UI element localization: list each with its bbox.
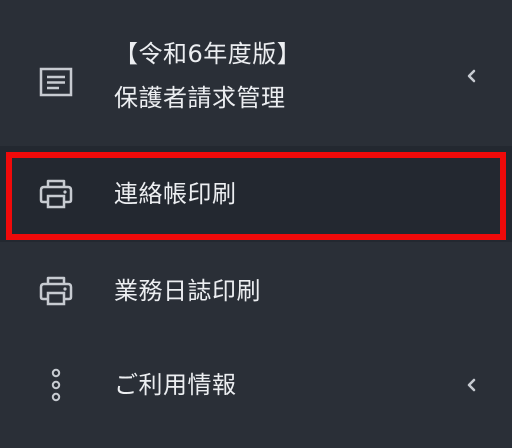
sidebar-item-label-line1: 【令和6年度版】 [114,40,302,68]
highlight-box [6,152,506,240]
printer-icon [38,176,74,212]
document-icon [38,64,74,100]
printer-icon [38,273,74,309]
sidebar-item-label-line2: 保護者請求管理 [114,84,286,112]
sidebar-item-label: 業務日誌印刷 [114,277,261,305]
sidebar-item-usage-info[interactable]: ご利用情報 [0,348,512,420]
sidebar-item-work-log-print[interactable]: 業務日誌印刷 [0,254,512,326]
sidebar-menu: 【令和6年度版】 保護者請求管理 連絡帳印刷 業務日誌印刷 ご利用情報 [0,0,512,448]
sidebar-item-label: 連絡帳印刷 [114,180,237,208]
chevron-left-icon[interactable] [462,66,482,86]
sidebar-item-guardian-billing[interactable]: 【令和6年度版】 保護者請求管理 [0,22,512,132]
chevron-left-icon[interactable] [462,375,482,395]
more-vertical-icon [38,367,74,403]
sidebar-item-contact-book-print[interactable]: 連絡帳印刷 [0,146,512,242]
sidebar-item-label: ご利用情報 [114,371,237,399]
